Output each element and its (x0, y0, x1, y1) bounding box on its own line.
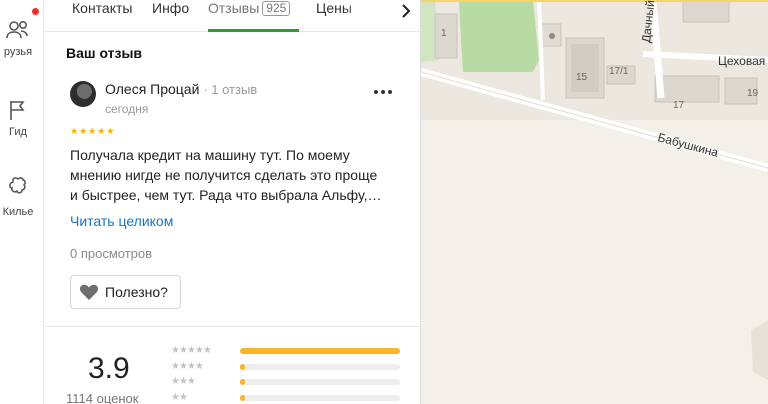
review-text-line: и быстрее, чем тут. Рада что выбрала Аль… (70, 187, 382, 203)
review-author: Олеся Процай · 1 отзыв (105, 81, 257, 97)
heart-icon (79, 284, 99, 300)
house-number: 17/1 (609, 66, 629, 77)
tab-reviews-label: Отзывы (208, 0, 260, 16)
tabs-fade (344, 0, 390, 22)
rating-bar-track (240, 364, 400, 370)
stars-icon: ★★★★ (171, 361, 204, 372)
stars-icon: ★★★ (171, 376, 196, 387)
review-rating-stars: ★ ★ ★ ★ ★ (70, 127, 114, 136)
friends-icon (6, 20, 28, 39)
review-text-line: мнению нигде не получится сделать это пр… (70, 167, 378, 183)
dot-icon (388, 90, 392, 94)
street-label: Цеховая (718, 54, 766, 68)
rating-bar-track (240, 379, 400, 385)
rating-bar-fill (240, 364, 245, 370)
guide-flag-icon (10, 101, 25, 120)
useful-button[interactable]: Полезно? (70, 275, 181, 309)
star-icon: ★ (97, 126, 106, 136)
tabs-scroll-right-button[interactable] (390, 0, 420, 22)
sidebar-item-label: Килье (2, 206, 34, 218)
rating-bar-track (240, 348, 400, 354)
tab-contacts[interactable]: Контакты (72, 0, 132, 18)
views-count: 0 просмотров (70, 246, 153, 261)
house-number: 19 (747, 88, 759, 99)
tab-bar: Контакты Инфо Отзывы 925 Цены (44, 0, 420, 32)
rating-bar-fill (240, 348, 400, 354)
dot-icon (374, 90, 378, 94)
author-review-count: · 1 отзыв (203, 82, 258, 97)
star-icon: ★ (106, 126, 115, 136)
tab-info[interactable]: Инфо (152, 0, 189, 18)
average-rating: 3.9 (88, 352, 130, 385)
divider (44, 326, 420, 327)
sidebar-item-friends[interactable]: рузья (0, 18, 43, 58)
author-name[interactable]: Олеся Процай (105, 81, 199, 97)
dot-icon (381, 90, 385, 94)
stars-icon: ★★ (171, 392, 188, 403)
house-number: 17 (673, 100, 685, 111)
sidebar-item-guide[interactable]: Гид (0, 98, 43, 138)
more-options-button[interactable] (369, 84, 397, 100)
section-title: Ваш отзыв (66, 45, 143, 61)
house-number: 1 (441, 28, 447, 39)
reviews-count-badge: 925 (262, 1, 291, 16)
housing-icon (9, 177, 26, 194)
star-icon: ★ (88, 126, 97, 136)
left-rail: рузья Гид Килье (0, 0, 44, 404)
organization-panel: Контакты Инфо Отзывы 925 Цены Ваш отзыв О… (44, 0, 421, 404)
read-more-link[interactable]: Читать целиком (70, 213, 173, 229)
sidebar-item-housing[interactable]: Килье (0, 174, 43, 218)
avatar[interactable] (70, 81, 96, 107)
sidebar-item-label: Гид (9, 126, 27, 138)
chevron-right-icon (401, 4, 410, 18)
star-icon: ★ (79, 126, 88, 136)
tab-reviews[interactable]: Отзывы 925 (208, 0, 291, 18)
notification-dot (32, 8, 39, 15)
map-view[interactable]: Бабушкина Цеховая Дачный п 1 15 17/1 17 … (421, 0, 768, 404)
review-text-line: Получала кредит на машину тут. По моему (70, 147, 350, 163)
stars-icon: ★★★★★ (171, 345, 212, 356)
review-text: Получала кредит на машину тут. По моему … (70, 145, 405, 205)
sidebar-item-label: рузья (3, 46, 33, 58)
ratings-count: 1114 оценок (66, 391, 139, 404)
rating-bar-track (240, 395, 400, 401)
house-number: 15 (576, 72, 588, 83)
map-canvas (421, 0, 768, 404)
review-date: сегодня (105, 102, 149, 116)
rating-bar-fill (240, 395, 245, 401)
active-tab-indicator (208, 29, 299, 32)
star-icon: ★ (70, 126, 79, 136)
rating-bar-fill (240, 379, 245, 385)
useful-button-label: Полезно? (105, 284, 168, 300)
